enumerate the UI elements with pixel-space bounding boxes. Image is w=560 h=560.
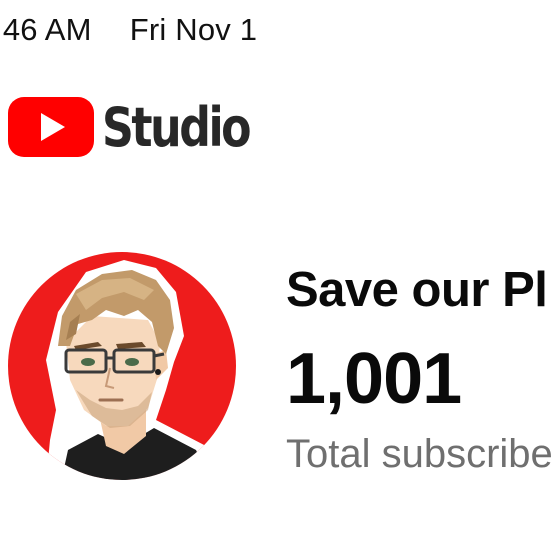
channel-name[interactable]: Save our Pl [286, 262, 548, 318]
youtube-studio-logo[interactable]: Studio [8, 95, 281, 159]
youtube-play-icon [8, 97, 94, 157]
subscriber-count: 1,001 [286, 339, 462, 419]
subscriber-label: Total subscribe [286, 432, 553, 476]
status-time: :46 AM [0, 12, 92, 47]
status-bar: :46 AM Fri Nov 1 [0, 10, 257, 50]
studio-screen: :46 AM Fri Nov 1 Studio Save our Pl 1,00… [0, 0, 560, 560]
logo-wordmark: Studio [102, 95, 252, 159]
channel-avatar[interactable] [6, 250, 238, 482]
status-date: Fri Nov 1 [129, 12, 258, 47]
cartoon-man-with-glasses-avatar [8, 252, 236, 480]
